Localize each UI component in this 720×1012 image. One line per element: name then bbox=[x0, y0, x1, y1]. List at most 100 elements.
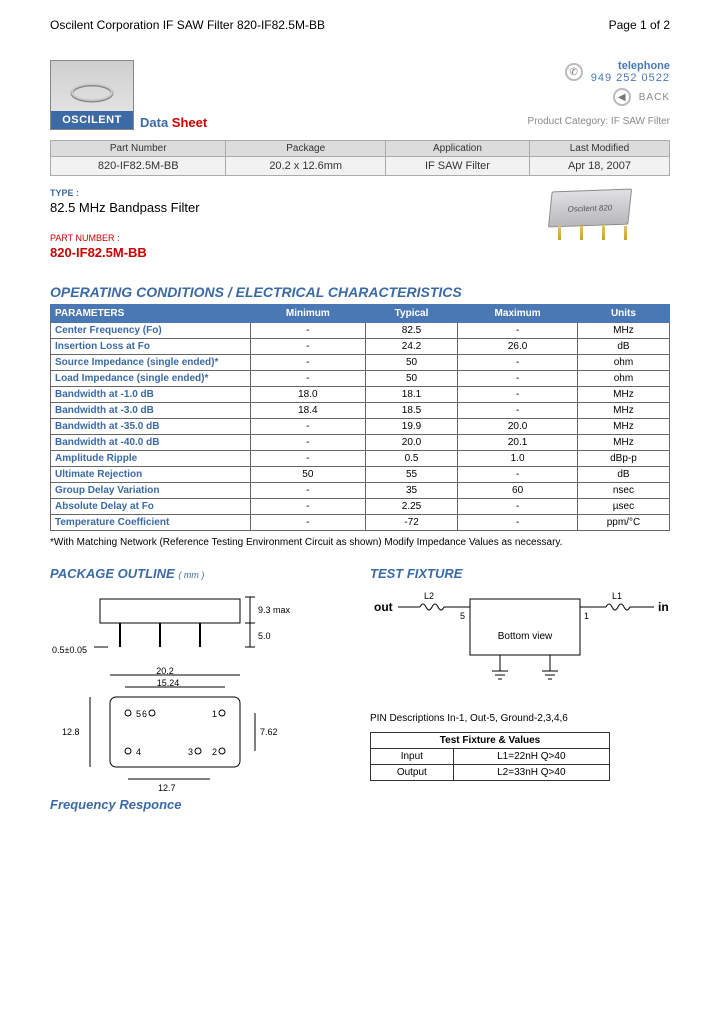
spec-cell: 20.1 bbox=[458, 435, 578, 451]
spec-cell: Bandwidth at -3.0 dB bbox=[51, 403, 251, 419]
spec-row: Bandwidth at -40.0 dB-20.020.1MHz bbox=[51, 435, 670, 451]
spec-header: Units bbox=[577, 305, 669, 323]
pin-3: 3 bbox=[188, 747, 193, 757]
back-arrow-icon[interactable]: ◀ bbox=[613, 88, 631, 106]
spec-cell: 19.9 bbox=[365, 419, 458, 435]
spec-cell: - bbox=[458, 323, 578, 339]
spec-cell: dBp-p bbox=[577, 451, 669, 467]
header-title-left: Oscilent Corporation IF SAW Filter 820-I… bbox=[50, 18, 325, 32]
spec-cell: 35 bbox=[365, 483, 458, 499]
spec-cell: 18.5 bbox=[365, 403, 458, 419]
page-header: Oscilent Corporation IF SAW Filter 820-I… bbox=[50, 18, 670, 32]
spec-cell: 55 bbox=[365, 467, 458, 483]
spec-cell: - bbox=[251, 419, 366, 435]
dim-pin-dia: 0.5±0.05 bbox=[52, 645, 87, 655]
spec-cell: - bbox=[458, 499, 578, 515]
spec-cell: Absolute Delay at Fo bbox=[51, 499, 251, 515]
spec-cell: 26.0 bbox=[458, 339, 578, 355]
spec-cell: 50 bbox=[251, 467, 366, 483]
spec-cell: Bandwidth at -40.0 dB bbox=[51, 435, 251, 451]
spec-header: Typical bbox=[365, 305, 458, 323]
spec-cell: -72 bbox=[365, 515, 458, 531]
info-table: Part NumberPackageApplicationLast Modifi… bbox=[50, 140, 670, 176]
section-frequency-response: Frequency Responce bbox=[50, 797, 350, 812]
info-value: 820-IF82.5M-BB bbox=[51, 157, 226, 176]
spec-cell: - bbox=[458, 355, 578, 371]
spec-cell: ppm/°C bbox=[577, 515, 669, 531]
spec-cell: dB bbox=[577, 467, 669, 483]
fixture-bottom-view: Bottom view bbox=[498, 631, 553, 642]
spec-cell: Bandwidth at -35.0 dB bbox=[51, 419, 251, 435]
section-test-fixture: TEST FIXTURE bbox=[370, 566, 670, 581]
spec-row: Group Delay Variation-3560nsec bbox=[51, 483, 670, 499]
product-category: Product Category: IF SAW Filter bbox=[528, 116, 670, 127]
pin-5: 5 bbox=[136, 709, 141, 719]
spec-cell: - bbox=[251, 435, 366, 451]
spec-cell: - bbox=[251, 499, 366, 515]
dim-inner-h: 7.62 bbox=[260, 727, 278, 737]
spec-row: Bandwidth at -3.0 dB18.418.5-MHz bbox=[51, 403, 670, 419]
spec-header: PARAMETERS bbox=[51, 305, 251, 323]
phone-icon: ✆ bbox=[565, 63, 583, 81]
fixture-row: OutputL2=33nH Q>40 bbox=[371, 765, 610, 781]
spec-cell: Bandwidth at -1.0 dB bbox=[51, 387, 251, 403]
spec-row: Bandwidth at -1.0 dB18.018.1-MHz bbox=[51, 387, 670, 403]
spec-cell: 82.5 bbox=[365, 323, 458, 339]
spec-cell: Amplitude Ripple bbox=[51, 451, 251, 467]
spec-cell: 50 bbox=[365, 371, 458, 387]
spec-cell: dB bbox=[577, 339, 669, 355]
spec-cell: Source Impedance (single ended)* bbox=[51, 355, 251, 371]
spec-cell: 2.25 bbox=[365, 499, 458, 515]
package-top-diagram: 20.2 15.24 5 6 1 4 3 2 12.8 7.62 12.7 bbox=[50, 667, 350, 797]
component-photo: Oscilent 820 bbox=[540, 182, 650, 242]
spec-cell: 1.0 bbox=[458, 451, 578, 467]
spec-cell: - bbox=[251, 371, 366, 387]
datasheet-label: Data Sheet bbox=[140, 115, 207, 130]
spec-cell: 18.1 bbox=[365, 387, 458, 403]
data-text: Data bbox=[140, 115, 168, 130]
fixture-val: L2=33nH Q>40 bbox=[453, 765, 609, 781]
spec-row: Bandwidth at -35.0 dB-19.920.0MHz bbox=[51, 419, 670, 435]
spec-header: Minimum bbox=[251, 305, 366, 323]
info-value: 20.2 x 12.6mm bbox=[226, 157, 386, 176]
type-value: 82.5 MHz Bandpass Filter bbox=[50, 200, 200, 215]
spec-cell: Ultimate Rejection bbox=[51, 467, 251, 483]
part-number-label: PART NUMBER : bbox=[50, 233, 200, 243]
spec-cell: 24.2 bbox=[365, 339, 458, 355]
chip-body: Oscilent 820 bbox=[548, 189, 632, 228]
spec-cell: MHz bbox=[577, 419, 669, 435]
pin-4: 4 bbox=[136, 747, 141, 757]
spec-cell: 0.5 bbox=[365, 451, 458, 467]
pin-descriptions: PIN Descriptions In-1, Out-5, Ground-2,3… bbox=[370, 713, 670, 724]
fixture-L1: L1 bbox=[612, 591, 622, 601]
test-fixture-diagram: out L2 5 Bottom view 1 L1 in bbox=[370, 589, 670, 699]
fixture-out-label: out bbox=[374, 600, 393, 614]
info-value: IF SAW Filter bbox=[385, 157, 529, 176]
info-value: Apr 18, 2007 bbox=[529, 157, 669, 176]
spec-cell: µsec bbox=[577, 499, 669, 515]
spec-cell: 20.0 bbox=[458, 419, 578, 435]
spec-cell: - bbox=[251, 515, 366, 531]
spec-cell: MHz bbox=[577, 435, 669, 451]
header-page-num: Page 1 of 2 bbox=[609, 18, 670, 32]
fixture-row: InputL1=22nH Q>40 bbox=[371, 749, 610, 765]
logo-block: OSCILENT Data Sheet bbox=[50, 60, 207, 130]
dim-inner-w: 15.24 bbox=[157, 678, 180, 688]
spec-cell: - bbox=[251, 355, 366, 371]
section-package-outline: PACKAGE OUTLINE ( mm ) bbox=[50, 566, 350, 581]
spec-cell: MHz bbox=[577, 387, 669, 403]
spec-cell: - bbox=[458, 403, 578, 419]
spec-cell: - bbox=[251, 323, 366, 339]
spec-cell: 18.4 bbox=[251, 403, 366, 419]
dim-pitch: 12.7 bbox=[158, 783, 176, 793]
contact-block: ✆ telephone 949 252 0522 ◀ BACK Product … bbox=[528, 60, 670, 127]
fixture-in-label: in bbox=[658, 600, 669, 614]
fixture-values-table: Test Fixture & Values InputL1=22nH Q>40O… bbox=[370, 732, 610, 781]
sheet-text: Sheet bbox=[168, 115, 207, 130]
info-header: Last Modified bbox=[529, 141, 669, 157]
back-button[interactable]: BACK bbox=[639, 92, 670, 103]
dim-pin-len: 5.0 bbox=[258, 631, 271, 641]
spec-cell: ohm bbox=[577, 371, 669, 387]
section-operating-conditions: OPERATING CONDITIONS / ELECTRICAL CHARAC… bbox=[50, 284, 670, 300]
spec-cell: Insertion Loss at Fo bbox=[51, 339, 251, 355]
